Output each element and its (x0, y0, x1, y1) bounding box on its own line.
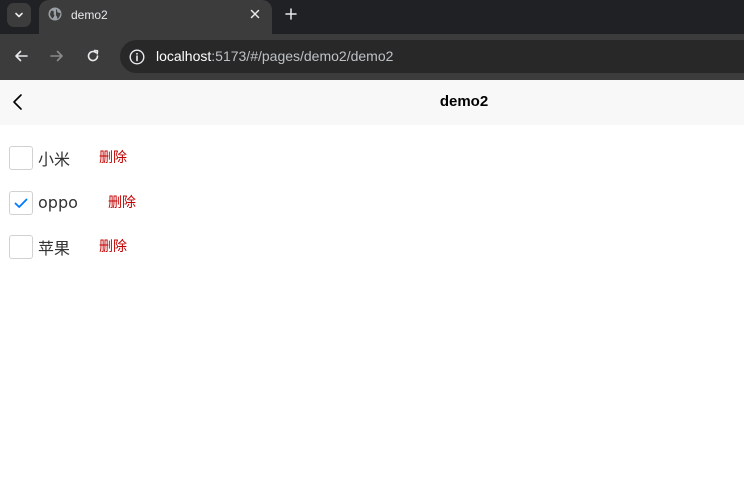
browser-tab-strip: demo2 (0, 0, 744, 34)
reload-button[interactable] (83, 46, 103, 66)
globe-icon (48, 7, 62, 21)
item-checkbox[interactable] (9, 234, 33, 259)
new-tab-button[interactable] (282, 5, 300, 23)
tab-search-button[interactable] (7, 3, 31, 27)
arrow-right-icon (50, 50, 63, 62)
close-icon (250, 9, 260, 19)
tab-close-button[interactable] (247, 6, 263, 22)
delete-button[interactable]: 删除 (99, 236, 127, 256)
address-bar[interactable]: localhost:5173/#/pages/demo2/demo2 (120, 40, 744, 73)
forward-nav-button[interactable] (47, 46, 67, 66)
url-text[interactable]: localhost:5173/#/pages/demo2/demo2 (156, 48, 393, 64)
tab-title: demo2 (71, 8, 108, 22)
chevron-down-icon (15, 12, 23, 18)
info-icon[interactable] (129, 49, 145, 65)
item-label: oppo (38, 193, 78, 212)
browser-toolbar: localhost:5173/#/pages/demo2/demo2 (0, 34, 744, 80)
url-path: :5173/#/pages/demo2/demo2 (211, 48, 394, 64)
plus-icon (285, 8, 297, 20)
list-item: 苹果 (9, 234, 70, 259)
arrow-left-icon (15, 50, 28, 62)
list-item: 小米 (9, 145, 70, 170)
item-label: 小米 (38, 149, 71, 169)
browser-tab[interactable]: demo2 (39, 0, 272, 34)
item-checkbox[interactable] (9, 145, 33, 170)
checkmark-icon (14, 198, 28, 208)
delete-button[interactable]: 删除 (108, 192, 136, 212)
app-navbar: demo2 (0, 80, 744, 125)
reload-icon (87, 49, 99, 62)
back-nav-button[interactable] (11, 46, 31, 66)
item-checkbox[interactable] (9, 190, 33, 215)
page-title: demo2 (439, 93, 489, 110)
item-label: 苹果 (38, 238, 71, 258)
list-item: oppo (9, 190, 78, 215)
delete-button[interactable]: 删除 (99, 147, 127, 167)
url-host: localhost (156, 48, 212, 64)
